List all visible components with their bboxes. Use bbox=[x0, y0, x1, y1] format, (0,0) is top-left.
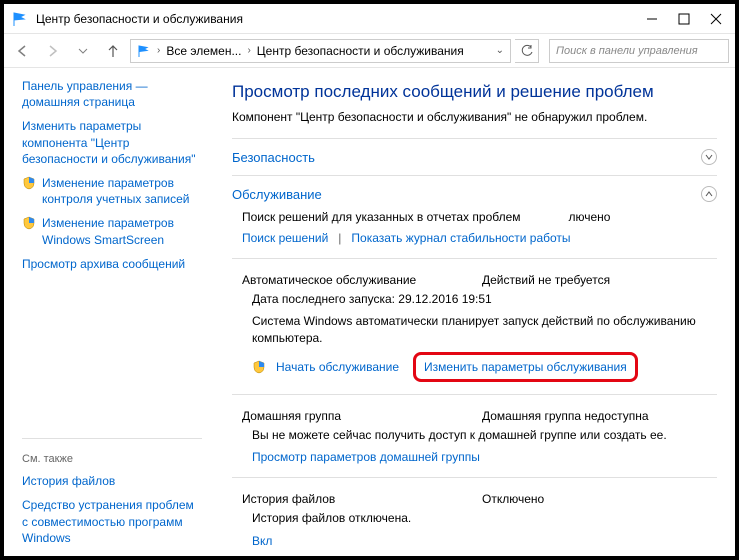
page-heading: Просмотр последних сообщений и решение п… bbox=[232, 82, 717, 102]
chevron-down-icon[interactable]: ⌄ bbox=[496, 45, 504, 56]
forward-button[interactable] bbox=[40, 38, 66, 64]
flag-icon bbox=[12, 11, 28, 27]
problem-reports-subsection: Поиск решений для указанных в отчетах пр… bbox=[232, 204, 717, 250]
maintenance-section: Обслуживание Поиск решений для указанных… bbox=[232, 175, 717, 556]
search-input[interactable]: Поиск в панели управления bbox=[549, 39, 729, 63]
breadcrumb[interactable]: › Все элемен... › Центр безопасности и о… bbox=[130, 39, 511, 63]
separator: | bbox=[338, 231, 341, 245]
back-button[interactable] bbox=[10, 38, 36, 64]
sidebar-item[interactable]: Просмотр архива сообщений bbox=[22, 256, 202, 272]
see-also-label: См. также bbox=[22, 453, 202, 465]
security-section: Безопасность bbox=[232, 138, 717, 175]
refresh-button[interactable] bbox=[515, 39, 539, 63]
automaint-label: Автоматическое обслуживание bbox=[242, 273, 442, 287]
body: Панель управления — домашняя страница Из… bbox=[4, 68, 735, 556]
sidebar-link[interactable]: Изменение параметров контроля учетных за… bbox=[42, 175, 202, 207]
maintenance-title: Обслуживание bbox=[232, 187, 322, 202]
seealso-link[interactable]: История файлов bbox=[22, 473, 115, 489]
sidebar-item[interactable]: Изменение параметров контроля учетных за… bbox=[22, 175, 202, 207]
automaint-subsection: Автоматическое обслуживание Действий не … bbox=[232, 267, 717, 386]
filehistory-desc: История файлов отключена. bbox=[252, 510, 717, 526]
shield-icon bbox=[252, 360, 266, 374]
divider bbox=[232, 477, 717, 478]
maximize-button[interactable] bbox=[677, 12, 691, 26]
control-panel-home-link[interactable]: Панель управления — домашняя страница bbox=[22, 78, 202, 110]
sidebar-item[interactable]: Изменить параметры компонента "Центр без… bbox=[22, 118, 202, 167]
up-button[interactable] bbox=[100, 38, 126, 64]
window: Центр безопасности и обслуживания › Все … bbox=[4, 4, 735, 556]
page-subtitle: Компонент "Центр безопасности и обслужив… bbox=[232, 110, 717, 124]
divider bbox=[232, 258, 717, 259]
sidebar-item[interactable]: Изменение параметров Windows SmartScreen bbox=[22, 215, 202, 247]
highlight-box: Изменить параметры обслуживания bbox=[413, 352, 638, 382]
homegroup-status: Домашняя группа недоступна bbox=[482, 409, 649, 423]
security-header[interactable]: Безопасность bbox=[232, 147, 717, 167]
homegroup-settings-link[interactable]: Просмотр параметров домашней группы bbox=[252, 450, 480, 464]
homegroup-desc: Вы не можете сейчас получить доступ к до… bbox=[252, 427, 717, 443]
shield-icon bbox=[22, 216, 36, 230]
minimize-button[interactable] bbox=[645, 12, 659, 26]
sidebar-link[interactable]: Просмотр архива сообщений bbox=[22, 256, 185, 272]
change-maintenance-settings-link[interactable]: Изменить параметры обслуживания bbox=[424, 360, 627, 374]
sidebar-link[interactable]: Изменить параметры компонента "Центр без… bbox=[22, 118, 202, 167]
chevron-down-icon bbox=[701, 149, 717, 165]
divider bbox=[22, 438, 202, 439]
security-title: Безопасность bbox=[232, 150, 315, 165]
start-maintenance-link[interactable]: Начать обслуживание bbox=[276, 359, 399, 375]
problem-reports-label: Поиск решений для указанных в отчетах пр… bbox=[242, 210, 521, 224]
sidebar: Панель управления — домашняя страница Из… bbox=[4, 68, 214, 556]
seealso-link[interactable]: Средство устранения проблем с совместимо… bbox=[22, 497, 202, 546]
filehistory-subsection: История файлов Отключено История файлов … bbox=[232, 486, 717, 552]
recent-dropdown[interactable] bbox=[70, 38, 96, 64]
search-solutions-link[interactable]: Поиск решений bbox=[242, 230, 328, 246]
window-title: Центр безопасности и обслуживания bbox=[36, 12, 645, 26]
titlebar: Центр безопасности и обслуживания bbox=[4, 4, 735, 34]
filehistory-enable-link[interactable]: Вкл bbox=[252, 534, 272, 548]
reliability-history-link[interactable]: Показать журнал стабильности работы bbox=[351, 230, 570, 246]
search-placeholder: Поиск в панели управления bbox=[556, 45, 698, 57]
homegroup-label: Домашняя группа bbox=[242, 409, 442, 423]
breadcrumb-root[interactable]: Все элемен... bbox=[166, 44, 241, 58]
shield-icon bbox=[22, 176, 36, 190]
homegroup-subsection: Домашняя группа Домашняя группа недоступ… bbox=[232, 403, 717, 469]
flag-icon bbox=[137, 44, 151, 58]
maintenance-header[interactable]: Обслуживание bbox=[232, 184, 717, 204]
breadcrumb-current[interactable]: Центр безопасности и обслуживания bbox=[257, 44, 464, 58]
window-controls bbox=[645, 12, 723, 26]
close-button[interactable] bbox=[709, 12, 723, 26]
automaint-desc: Система Windows автоматически планирует … bbox=[252, 313, 717, 345]
filehistory-label: История файлов bbox=[242, 492, 442, 506]
automaint-status: Действий не требуется bbox=[482, 273, 610, 287]
chevron-up-icon bbox=[701, 186, 717, 202]
problem-reports-status: лючено bbox=[569, 210, 611, 224]
automaint-date: Дата последнего запуска: 29.12.2016 19:5… bbox=[252, 291, 717, 307]
chevron-right-icon: › bbox=[157, 45, 160, 56]
sidebar-link[interactable]: Изменение параметров Windows SmartScreen bbox=[42, 215, 202, 247]
divider bbox=[232, 394, 717, 395]
content: Просмотр последних сообщений и решение п… bbox=[214, 68, 735, 556]
toolbar: › Все элемен... › Центр безопасности и о… bbox=[4, 34, 735, 68]
filehistory-status: Отключено bbox=[482, 492, 544, 506]
chevron-right-icon: › bbox=[247, 45, 250, 56]
